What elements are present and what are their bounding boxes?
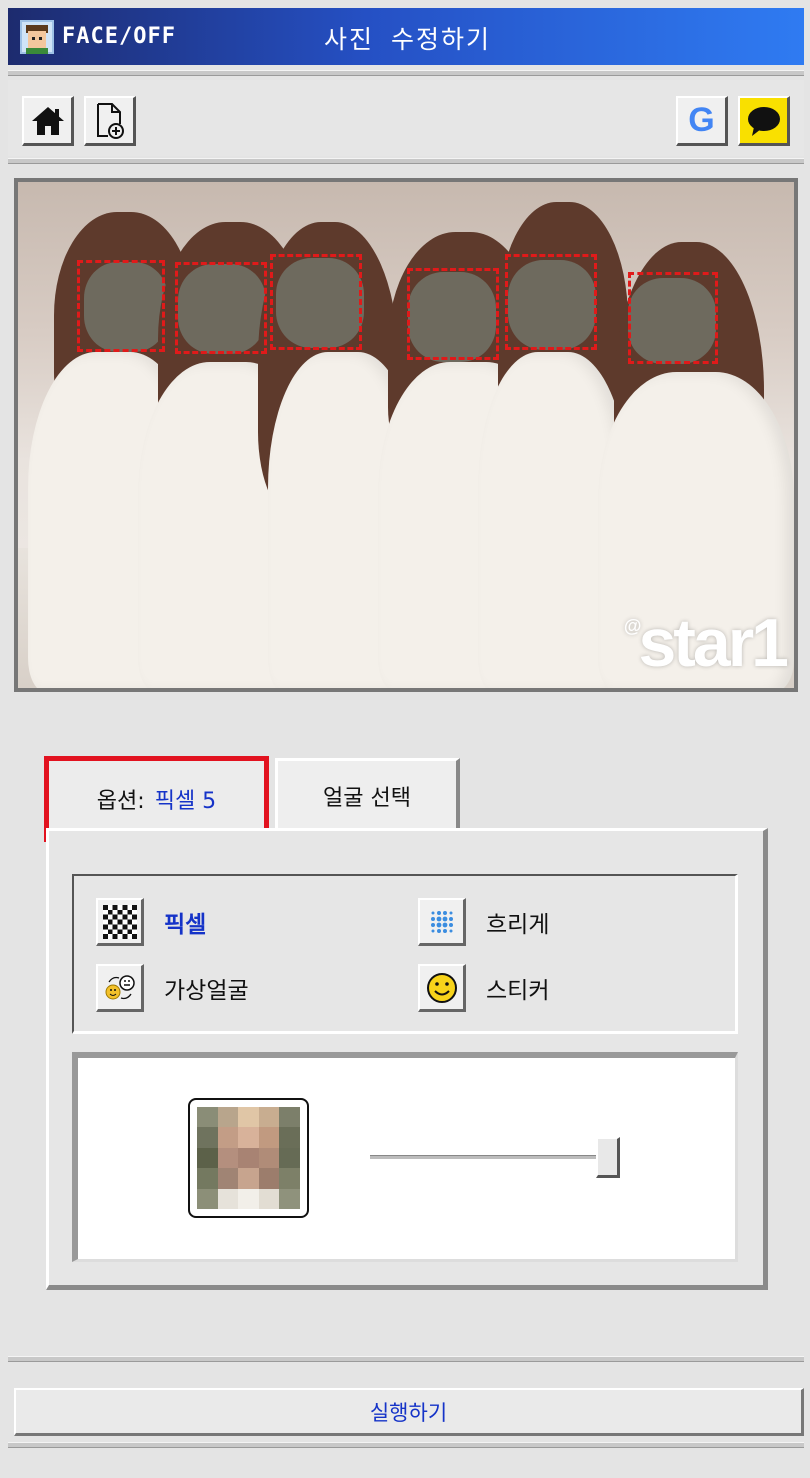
pixel-size-slider-thumb[interactable]	[596, 1137, 620, 1178]
effect-option-virtual-face[interactable]: 가상얼굴	[96, 964, 249, 1012]
face-detection-box[interactable]	[175, 262, 267, 354]
toolbar: G	[8, 80, 804, 156]
pixelated-face-image	[197, 1107, 300, 1209]
app-logo-icon	[20, 19, 54, 54]
effect-option-pixel[interactable]: 픽셀	[96, 898, 206, 946]
pixelate-preview-thumbnail	[188, 1098, 309, 1218]
face-detection-box[interactable]	[270, 254, 362, 350]
divider	[8, 1442, 804, 1448]
home-button[interactable]	[22, 96, 74, 146]
app-name: FACE/OFF	[62, 24, 176, 49]
effect-option-blur[interactable]: 흐리게	[418, 898, 549, 946]
effect-label-virtual-face: 가상얼굴	[164, 978, 249, 1004]
face-detection-box[interactable]	[505, 254, 597, 350]
divider	[8, 158, 804, 164]
pixel-size-slider-track[interactable]	[370, 1155, 620, 1160]
title-bar: FACE/OFF 사진 수정하기	[8, 8, 804, 65]
photo-frame: @star1	[14, 178, 798, 692]
blur-dots-icon	[418, 898, 466, 946]
new-file-icon	[96, 102, 124, 139]
divider	[8, 70, 804, 76]
run-button[interactable]: 실행하기	[14, 1388, 804, 1436]
tab-face-select[interactable]: 얼굴 선택	[275, 758, 460, 830]
face-detection-box[interactable]	[407, 268, 499, 360]
window-title: 사진 수정하기	[324, 25, 492, 54]
effect-label-pixel: 픽셀	[164, 912, 207, 938]
tab-options-value: 픽셀 5	[154, 789, 217, 814]
tab-options-label: 옵션:	[96, 789, 145, 814]
smiley-icon	[418, 964, 466, 1012]
google-icon: G	[688, 101, 715, 139]
effect-option-sticker[interactable]: 스티커	[418, 964, 549, 1012]
divider	[8, 1356, 804, 1362]
face-detection-box[interactable]	[77, 260, 165, 352]
effect-label-blur: 흐리게	[486, 912, 550, 938]
tab-face-select-label: 얼굴 선택	[323, 785, 411, 811]
checker-icon	[96, 898, 144, 946]
face-detection-box[interactable]	[628, 272, 718, 364]
face-swap-icon	[96, 964, 144, 1012]
photo-watermark: @star1	[623, 605, 789, 681]
kakao-chat-button[interactable]	[738, 96, 790, 146]
google-button[interactable]: G	[676, 96, 728, 146]
group-photo: @star1	[18, 182, 794, 688]
new-file-button[interactable]	[84, 96, 136, 146]
kakao-chat-icon	[747, 106, 780, 136]
home-icon	[31, 106, 64, 135]
effect-label-sticker: 스티커	[486, 978, 550, 1004]
